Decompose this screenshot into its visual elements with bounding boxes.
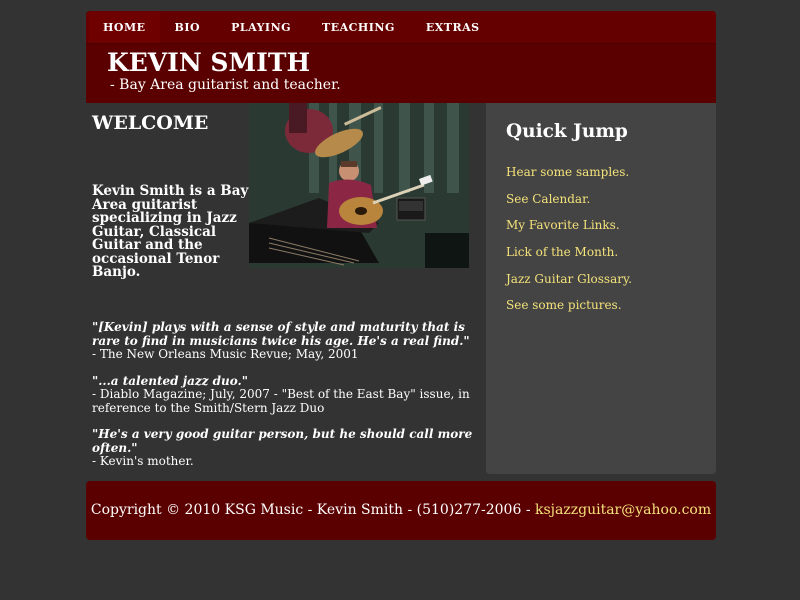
quote-text: "[Kevin] plays with a sense of style and… <box>92 320 470 348</box>
header: HOME BIO PLAYING TEACHING EXTRAS KEVIN S… <box>86 11 716 103</box>
top-nav: HOME BIO PLAYING TEACHING EXTRAS <box>86 11 716 44</box>
link-lick-of-month[interactable]: Lick of the Month. <box>506 245 632 259</box>
nav-extras[interactable]: EXTRAS <box>411 11 496 43</box>
welcome-heading: WELCOME <box>92 112 209 134</box>
intro-text: Kevin Smith is a Bay Area guitarist spec… <box>92 183 249 280</box>
quote-source: - The New Orleans Music Revue; May, 2001 <box>92 347 359 361</box>
link-pictures[interactable]: See some pictures. <box>506 298 632 312</box>
link-calendar[interactable]: See Calendar. <box>506 192 632 206</box>
nav-bio[interactable]: BIO <box>160 11 217 43</box>
quote-source: - Kevin's mother. <box>92 454 194 468</box>
link-favorite-links[interactable]: My Favorite Links. <box>506 218 632 232</box>
nav-playing[interactable]: PLAYING <box>216 11 307 43</box>
footer-copyright: Copyright © 2010 KSG Music - Kevin Smith… <box>90 502 536 518</box>
quick-jump-list: Hear some samples. See Calendar. My Favo… <box>506 165 632 325</box>
quote-source: - Diablo Magazine; July, 2007 - "Best of… <box>92 387 470 415</box>
nav-teaching[interactable]: TEACHING <box>307 11 411 43</box>
page-wrapper: HOME BIO PLAYING TEACHING EXTRAS KEVIN S… <box>86 11 716 474</box>
quick-jump-title: Quick Jump <box>506 121 628 142</box>
quick-jump-sidebar: Quick Jump Hear some samples. See Calend… <box>486 103 716 474</box>
link-glossary[interactable]: Jazz Guitar Glossary. <box>506 272 632 286</box>
nav-home[interactable]: HOME <box>89 11 160 43</box>
press-quotes: "[Kevin] plays with a sense of style and… <box>92 320 477 482</box>
guitarist-photo <box>249 103 469 268</box>
quote-text: "...a talented jazz duo." <box>92 373 248 388</box>
quote-text: "He's a very good guitar person, but he … <box>92 427 473 455</box>
site-subtitle: - Bay Area guitarist and teacher. <box>110 77 341 93</box>
footer-email-link[interactable]: ksjazzguitar@yahoo.com <box>535 502 711 518</box>
main-column: WELCOME Kevin Smith is a Bay Area guitar… <box>86 103 481 474</box>
link-samples[interactable]: Hear some samples. <box>506 165 632 179</box>
guitarist-photo-image <box>249 103 469 268</box>
footer: Copyright © 2010 KSG Music - Kevin Smith… <box>86 481 716 540</box>
site-title: KEVIN SMITH <box>107 48 311 77</box>
content-area: WELCOME Kevin Smith is a Bay Area guitar… <box>86 103 716 474</box>
